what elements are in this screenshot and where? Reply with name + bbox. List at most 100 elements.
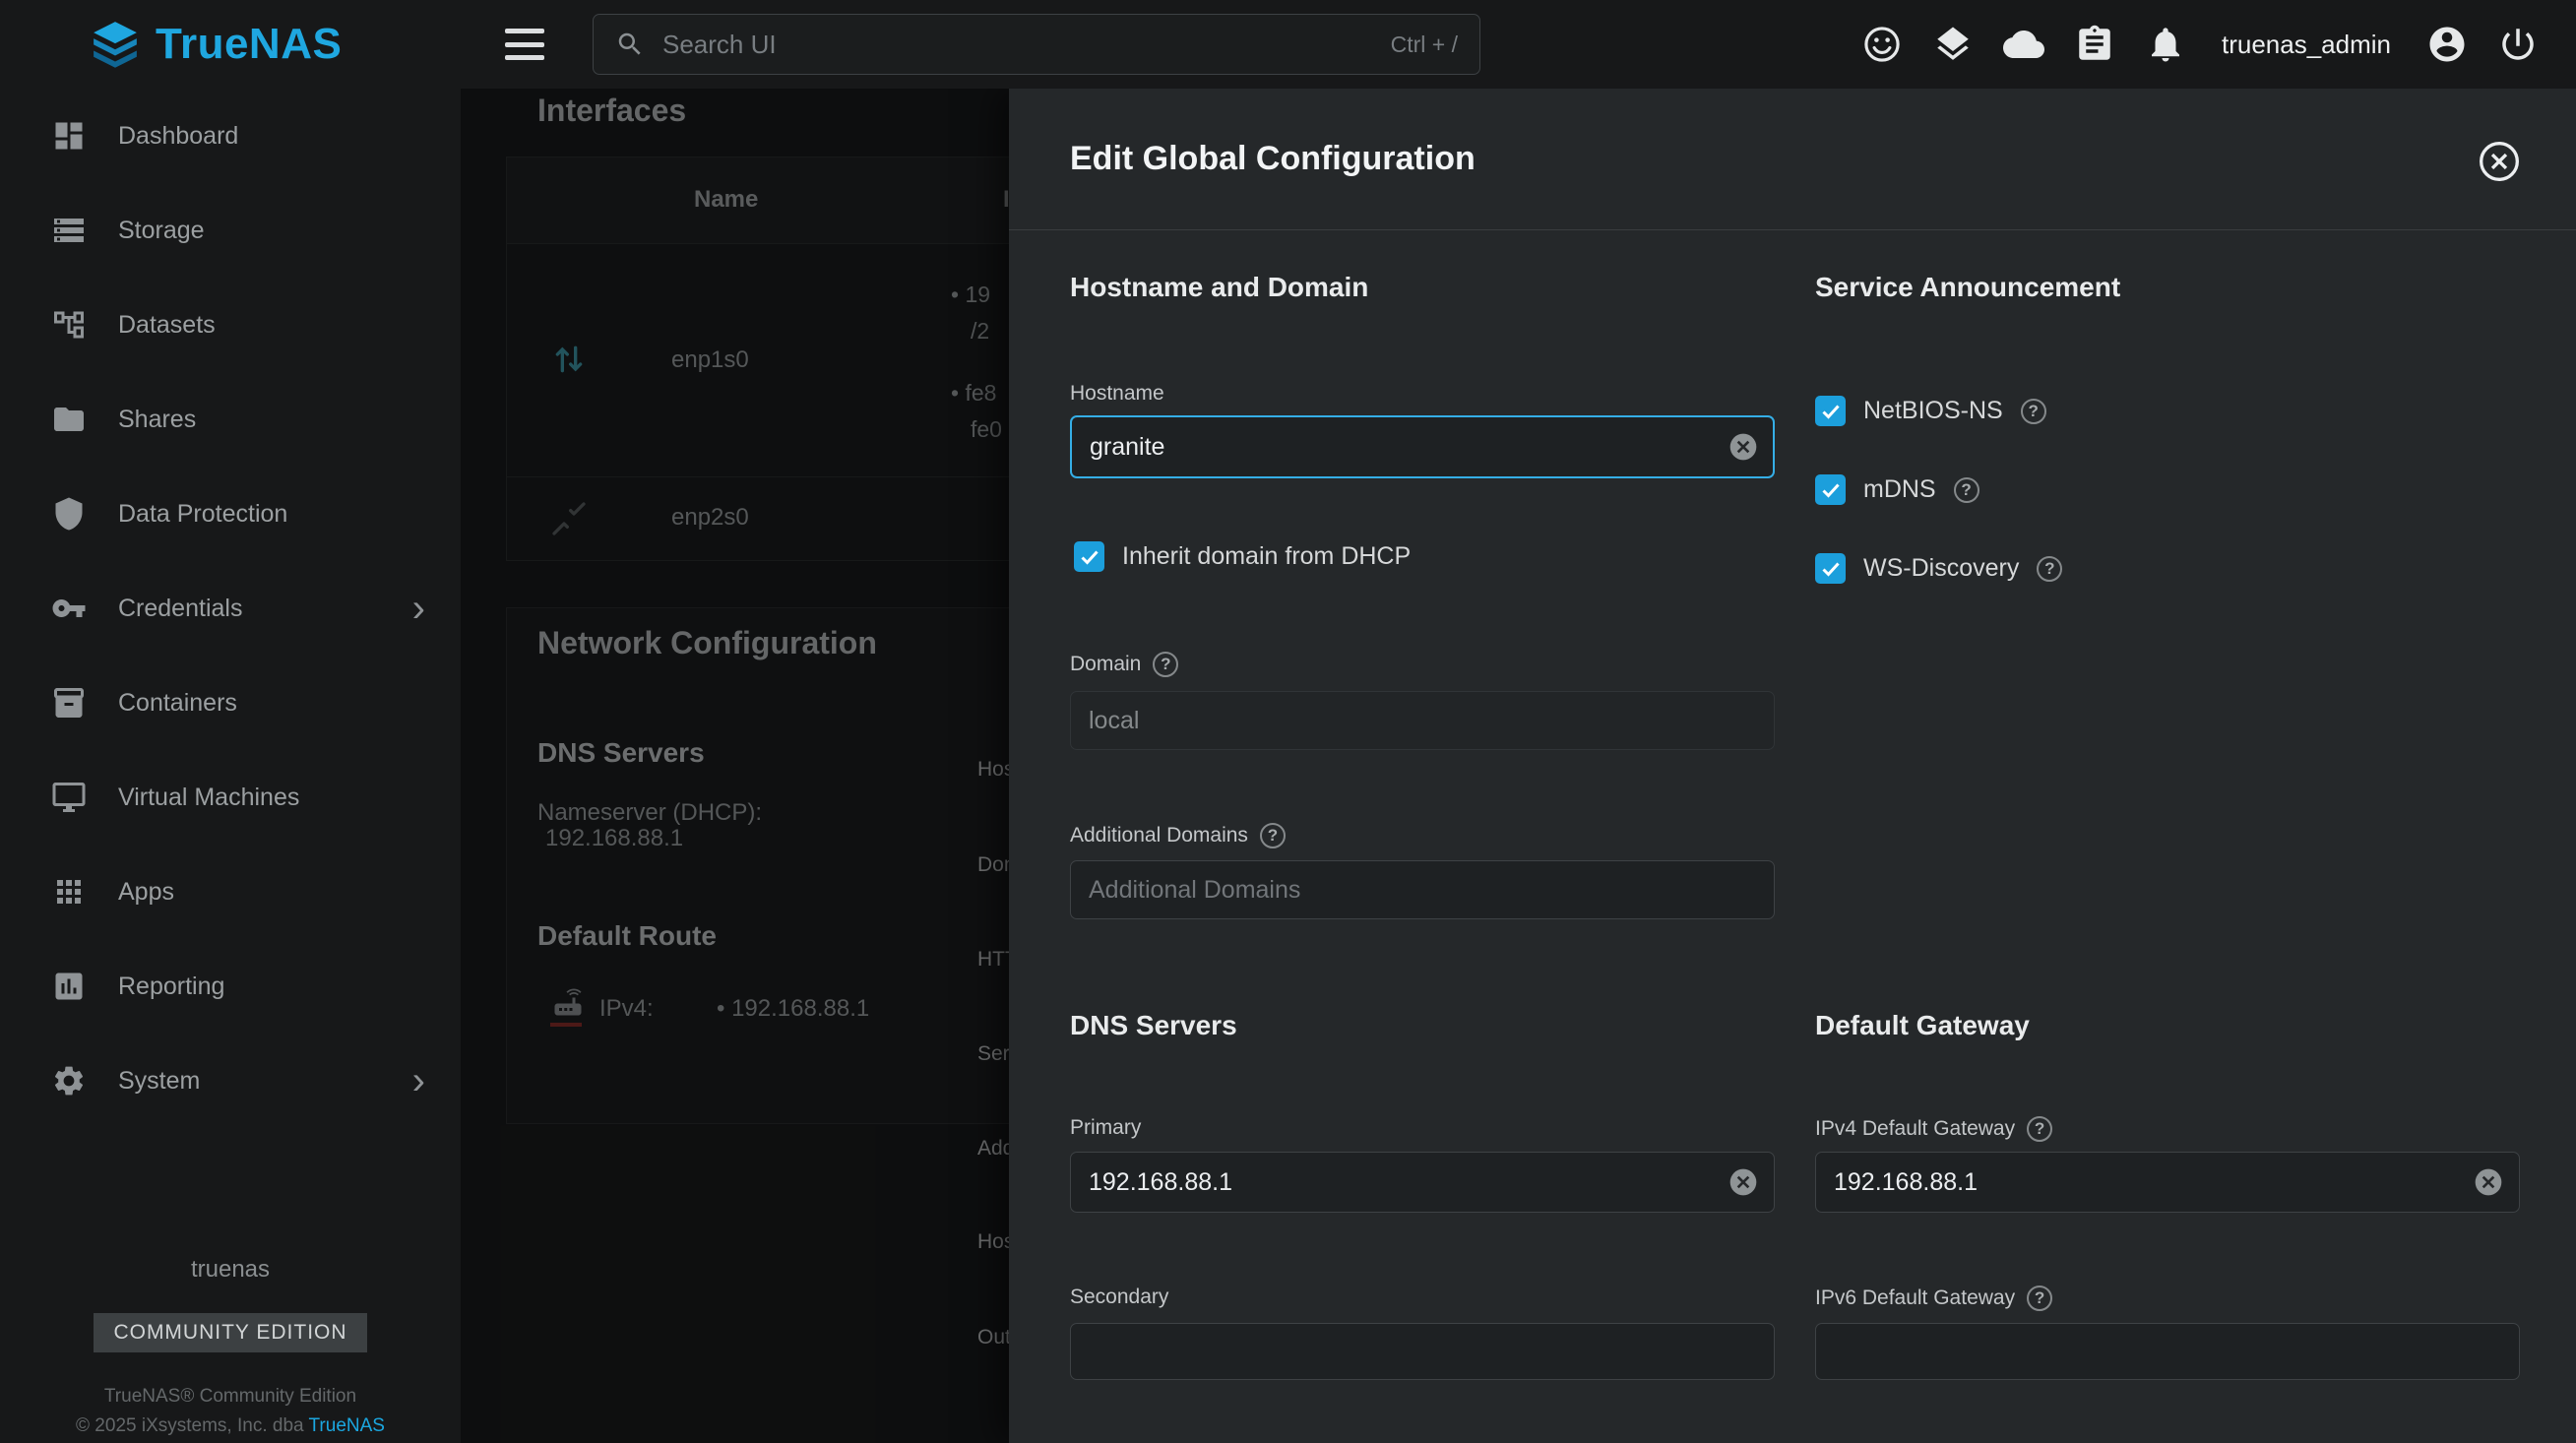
alerts-bell-icon[interactable]	[2145, 24, 2186, 65]
feedback-smiley-icon[interactable]	[1861, 24, 1903, 65]
sidebar-item-label: Reporting	[118, 972, 224, 1001]
chevron-right-icon: ›	[412, 1061, 425, 1100]
sidebar-item-reporting[interactable]: Reporting	[0, 939, 461, 1034]
secondary-dns-field	[1070, 1323, 1775, 1380]
folder-icon	[51, 402, 87, 437]
truenas-logo[interactable]: TrueNAS	[0, 20, 462, 69]
sidebar-nav: Dashboard Storage Datasets Shares Data P…	[0, 89, 462, 1443]
label-text: Additional Domains	[1070, 824, 1248, 847]
hostname-input[interactable]	[1070, 415, 1775, 478]
copyright-text: © 2025 iXsystems, Inc. dba TrueNAS	[0, 1415, 461, 1437]
container-box-icon	[51, 685, 87, 721]
shield-icon	[51, 496, 87, 532]
help-icon[interactable]: ?	[1954, 477, 1979, 503]
sidebar-item-system[interactable]: System ›	[0, 1034, 461, 1128]
help-icon[interactable]: ?	[2021, 399, 2046, 424]
bar-chart-icon	[51, 969, 87, 1004]
mdns-checkbox-row[interactable]: mDNS ?	[1815, 474, 1979, 505]
ipv4-gateway-label: IPv4 Default Gateway ?	[1815, 1116, 2052, 1142]
edit-global-configuration-panel: Edit Global Configuration Hostname and D…	[1009, 89, 2576, 1443]
additional-domains-label: Additional Domains ?	[1070, 823, 1286, 848]
cloud-truecommand-icon[interactable]	[2003, 24, 2044, 65]
header-actions: truenas_admin	[1861, 24, 2576, 65]
checkbox-checked-icon[interactable]	[1074, 541, 1104, 572]
additional-domains-input[interactable]	[1070, 860, 1775, 919]
sidebar-item-credentials[interactable]: Credentials ›	[0, 561, 461, 656]
sidebar-item-label: Data Protection	[118, 500, 287, 529]
layers-icon[interactable]	[1932, 24, 1974, 65]
section-service-announcement: Service Announcement	[1815, 272, 2120, 303]
close-icon[interactable]	[2478, 140, 2521, 183]
ws-discovery-checkbox-row[interactable]: WS-Discovery ?	[1815, 553, 2062, 584]
section-hostname-and-domain: Hostname and Domain	[1070, 272, 1368, 303]
checkbox-checked-icon[interactable]	[1815, 396, 1846, 426]
label-text: Hostname	[1070, 382, 1164, 406]
inherit-domain-checkbox-row[interactable]: Inherit domain from DHCP	[1074, 541, 1411, 572]
user-avatar-icon[interactable]	[2426, 24, 2468, 65]
clear-input-icon[interactable]	[2473, 1166, 2504, 1198]
section-dns-servers: DNS Servers	[1070, 1010, 1237, 1041]
help-icon[interactable]: ?	[2027, 1116, 2052, 1142]
gear-icon	[51, 1063, 87, 1098]
label-text: Secondary	[1070, 1286, 1168, 1309]
domain-label: Domain ?	[1070, 652, 1178, 677]
sidebar-item-shares[interactable]: Shares	[0, 372, 461, 467]
sidebar-item-data-protection[interactable]: Data Protection	[0, 467, 461, 561]
sidebar-item-label: Dashboard	[118, 122, 238, 151]
menu-toggle-button[interactable]	[505, 29, 544, 60]
netbios-checkbox-row[interactable]: NetBIOS-NS ?	[1815, 396, 2046, 426]
primary-dns-input[interactable]	[1070, 1152, 1775, 1213]
help-icon[interactable]: ?	[1260, 823, 1286, 848]
checkbox-label: WS-Discovery	[1863, 554, 2019, 583]
sidebar-item-virtual-machines[interactable]: Virtual Machines	[0, 750, 461, 845]
sidebar-item-label: System	[118, 1067, 200, 1096]
label-text: IPv6 Default Gateway	[1815, 1286, 2015, 1310]
copyright-prefix: © 2025 iXsystems, Inc. dba	[76, 1415, 309, 1436]
search-shortcut-hint: Ctrl + /	[1391, 31, 1458, 58]
ipv6-gateway-input[interactable]	[1815, 1323, 2520, 1380]
secondary-dns-input[interactable]	[1070, 1323, 1775, 1380]
sidebar-item-apps[interactable]: Apps	[0, 845, 461, 939]
help-icon[interactable]: ?	[2027, 1286, 2052, 1311]
hostname-field	[1070, 415, 1775, 478]
ipv6-gateway-label: IPv6 Default Gateway ?	[1815, 1286, 2052, 1311]
sidebar-item-dashboard[interactable]: Dashboard	[0, 89, 461, 183]
power-icon[interactable]	[2497, 24, 2539, 65]
domain-field	[1070, 691, 1775, 750]
ipv4-gateway-input[interactable]	[1815, 1152, 2520, 1213]
logo-text: TrueNAS	[156, 20, 342, 69]
help-icon[interactable]: ?	[2037, 556, 2062, 582]
checkbox-checked-icon[interactable]	[1815, 474, 1846, 505]
truenas-logo-icon	[91, 20, 140, 69]
panel-title: Edit Global Configuration	[1070, 140, 1476, 178]
apps-grid-icon	[51, 874, 87, 910]
search-input[interactable]	[662, 30, 1373, 60]
sidebar-item-label: Datasets	[118, 311, 216, 340]
dashboard-icon	[51, 118, 87, 154]
edition-badge: COMMUNITY EDITION	[94, 1313, 366, 1352]
sidebar-item-label: Storage	[118, 217, 205, 245]
truenas-link[interactable]: TrueNAS	[309, 1415, 385, 1436]
help-icon[interactable]: ?	[1153, 652, 1178, 677]
checkbox-checked-icon[interactable]	[1815, 553, 1846, 584]
checkbox-label: Inherit domain from DHCP	[1122, 542, 1411, 571]
ipv4-gateway-field	[1815, 1152, 2520, 1213]
sidebar-item-containers[interactable]: Containers	[0, 656, 461, 750]
sidebar-item-label: Apps	[118, 878, 174, 907]
system-hostname: truenas	[0, 1256, 461, 1284]
primary-dns-label: Primary	[1070, 1116, 1141, 1140]
clear-input-icon[interactable]	[1728, 1166, 1759, 1198]
clear-input-icon[interactable]	[1728, 431, 1759, 463]
sidebar-item-label: Shares	[118, 406, 196, 434]
sidebar-item-storage[interactable]: Storage	[0, 183, 461, 278]
search-bar[interactable]: Ctrl + /	[593, 14, 1480, 75]
ipv6-gateway-field	[1815, 1323, 2520, 1380]
chevron-right-icon: ›	[412, 589, 425, 628]
domain-input[interactable]	[1070, 691, 1775, 750]
label-text: IPv4 Default Gateway	[1815, 1117, 2015, 1141]
sidebar-item-datasets[interactable]: Datasets	[0, 278, 461, 372]
username[interactable]: truenas_admin	[2222, 30, 2391, 60]
primary-dns-field	[1070, 1152, 1775, 1213]
jobs-clipboard-icon[interactable]	[2074, 24, 2115, 65]
sidebar-item-label: Containers	[118, 689, 237, 718]
